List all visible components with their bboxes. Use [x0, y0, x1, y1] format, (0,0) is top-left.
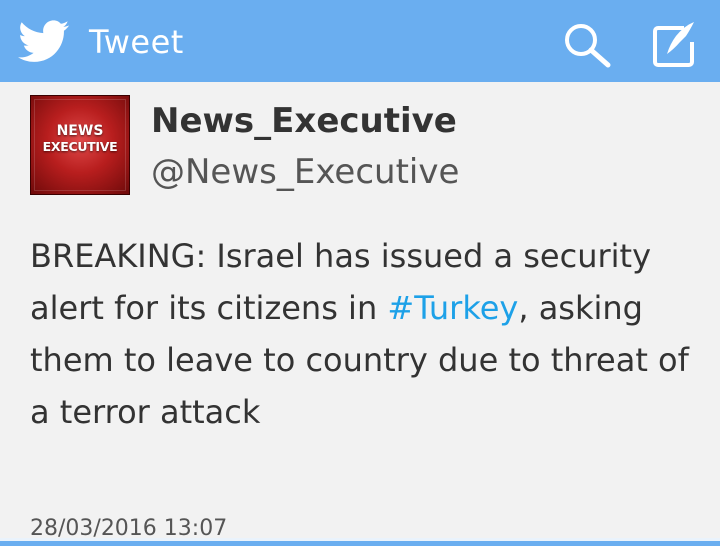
compose-icon[interactable]: [650, 20, 700, 70]
display-name[interactable]: News_Executive: [151, 100, 457, 142]
avatar[interactable]: NEWS EXECUTIVE: [30, 95, 130, 195]
app-header: Tweet: [0, 0, 720, 82]
twitter-bird-icon[interactable]: [18, 20, 70, 64]
tweet-text: BREAKING: Israel has issued a security a…: [30, 230, 690, 438]
header-title: Tweet: [89, 23, 184, 61]
avatar-logo-line1: NEWS: [56, 123, 104, 139]
user-handle[interactable]: @News_Executive: [151, 151, 459, 193]
bottom-bar: [0, 538, 720, 546]
avatar-logo-line2: EXECUTIVE: [42, 139, 118, 154]
avatar-logo: NEWS EXECUTIVE: [31, 123, 129, 155]
search-icon[interactable]: [560, 20, 614, 68]
tweet-detail-screen: Tweet NEWS EXECUTIVE News_Executive @New…: [0, 0, 720, 546]
hashtag-link[interactable]: #Turkey: [387, 289, 518, 327]
